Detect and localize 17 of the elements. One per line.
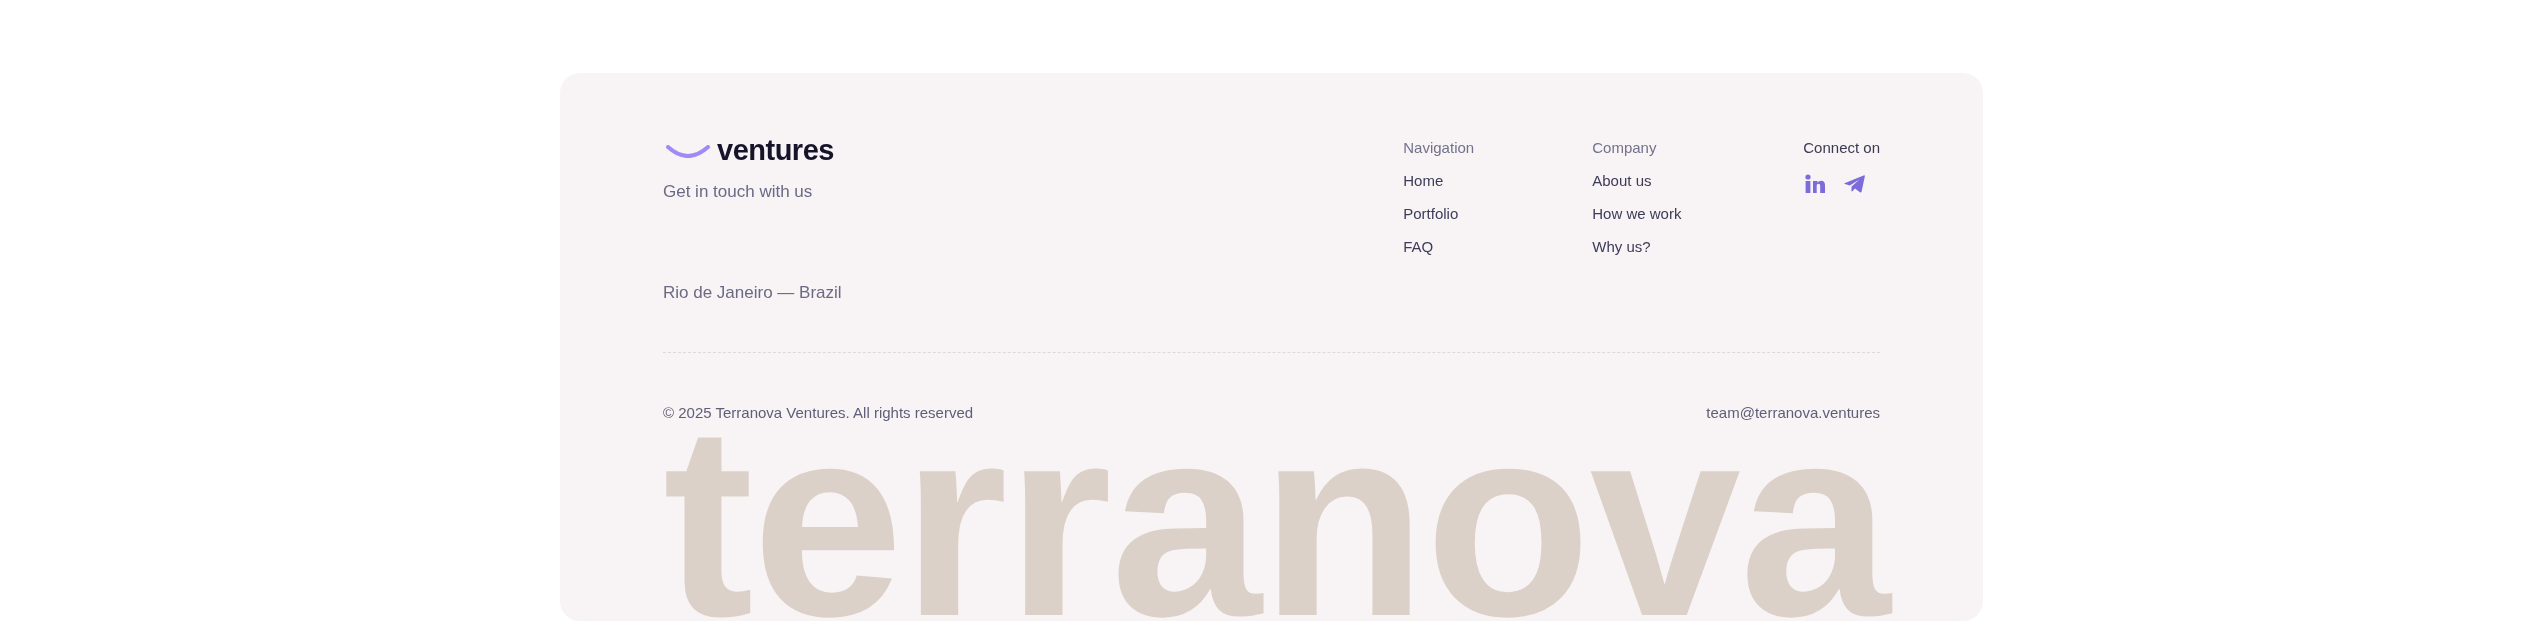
tagline: Get in touch with us — [663, 181, 814, 203]
footer-link[interactable]: Why us? — [1592, 237, 1651, 257]
paper-plane-icon[interactable] — [1844, 174, 1866, 193]
column-heading: Company — [1592, 138, 1657, 158]
footer-link[interactable]: Portfolio — [1403, 204, 1459, 224]
footer-link[interactable]: FAQ — [1403, 237, 1434, 257]
social-heading: Connect on — [1803, 138, 1880, 158]
brand-name: ventures — [717, 133, 834, 167]
linkedin-icon[interactable] — [1805, 174, 1826, 193]
footer-link[interactable]: About us — [1592, 171, 1652, 191]
footer-link[interactable]: How we work — [1592, 204, 1682, 224]
column-heading: Navigation — [1403, 138, 1475, 158]
logo-arc-icon — [666, 144, 710, 158]
location-text: Rio de Janeiro — Brazil — [663, 282, 842, 304]
copyright-text: © 2025 Terranova Ventures. All rights reserved — [663, 403, 974, 423]
footer-link[interactable]: Home — [1403, 171, 1444, 191]
email-link[interactable]: team@terranova.ventures — [1706, 403, 1880, 423]
